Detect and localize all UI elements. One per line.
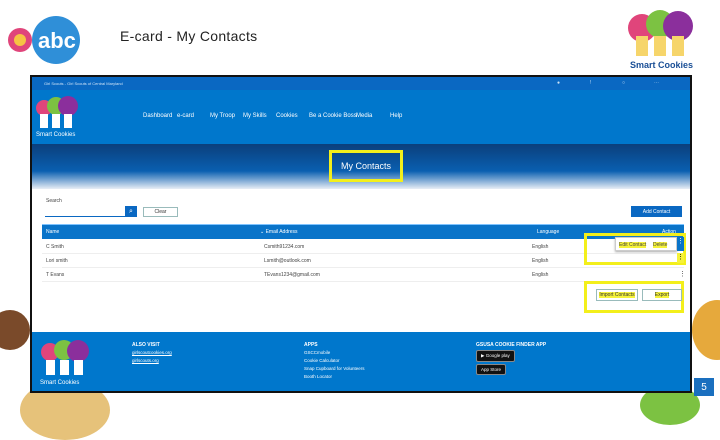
row-action-menu: Edit Contact Delete — [615, 237, 677, 251]
google-play-label: Google play — [485, 353, 510, 358]
contact-language: English — [532, 258, 549, 264]
cookie-decoration — [692, 300, 720, 360]
add-contact-button[interactable]: Add Contact — [631, 206, 682, 217]
svg-text:abc: abc — [38, 28, 76, 53]
nav-my-skills[interactable]: My Skills — [243, 113, 267, 119]
nav-media[interactable]: Media — [356, 113, 372, 119]
row-menu-icon[interactable]: ⋮ — [679, 270, 686, 278]
smart-cookies-logo: Smart Cookies — [628, 10, 693, 70]
contact-name: Lori smith — [46, 258, 68, 264]
svg-text:Smart Cookies: Smart Cookies — [630, 60, 693, 70]
contact-language: English — [532, 272, 549, 278]
edit-contact-button[interactable]: Edit Contact — [619, 242, 647, 248]
nav-cookie-boss[interactable]: Be a Cookie Boss — [309, 113, 357, 119]
footer-link[interactable]: girlscoutcookies.org — [132, 350, 172, 355]
page-number: 5 — [694, 378, 714, 396]
col-email-label: Email Address — [265, 229, 298, 235]
contact-email: Csmith91234.com — [264, 244, 305, 250]
footer-logo: Smart Cookies — [40, 340, 89, 386]
contact-email: TEvans1234@gmail.com — [264, 272, 320, 278]
abc-logo: abc — [8, 16, 80, 64]
site-footer: Smart Cookies ALSO VISIT girlscoutcookie… — [32, 332, 690, 391]
cookie-decoration — [0, 310, 30, 350]
nav-my-troop[interactable]: My Troop — [210, 113, 235, 119]
browser-bar: Girl Scouts - Girl Scouts of Central Mar… — [32, 77, 690, 90]
contact-language: English — [532, 244, 549, 250]
apps-heading: APPS — [304, 342, 318, 348]
nav-help[interactable]: Help — [390, 113, 402, 119]
search-label: Search — [46, 198, 62, 204]
import-contacts-label: Import Contacts — [599, 292, 635, 298]
search-input[interactable] — [45, 206, 125, 217]
app-screenshot: Girl Scouts - Girl Scouts of Central Mar… — [30, 75, 692, 393]
nav-ecard[interactable]: e-card — [177, 113, 194, 119]
browser-tab-title: Girl Scouts - Girl Scouts of Central Mar… — [44, 81, 123, 86]
svg-text:Smart Cookies: Smart Cookies — [40, 380, 79, 386]
settings-icon[interactable]: ○ — [622, 80, 625, 86]
also-visit-heading: ALSO VISIT — [132, 342, 160, 348]
contacts-panel: Search ⌕ Clear Add Contact Name ⌄ Email … — [32, 189, 690, 332]
col-language[interactable]: Language — [537, 229, 559, 235]
svg-text:Smart Cookies: Smart Cookies — [36, 132, 75, 138]
info-icon[interactable]: ! — [590, 80, 591, 86]
table-row: T Evans TEvans1234@gmail.com English ⋮ — [42, 268, 686, 282]
col-name[interactable]: Name — [46, 229, 59, 235]
nav-dashboard[interactable]: Dashboard — [143, 113, 172, 119]
refresh-icon[interactable]: ● — [557, 80, 560, 86]
app-store-label: App Store — [481, 367, 502, 372]
row-menu-icon[interactable]: ⋮ — [677, 253, 684, 263]
more-icon[interactable]: ⋯ — [654, 80, 659, 86]
search-icon: ⌕ — [129, 208, 133, 215]
google-play-badge[interactable]: ▶ Google play — [476, 350, 515, 362]
contact-name: T Evans — [46, 272, 65, 278]
delete-button[interactable]: Delete — [653, 242, 668, 248]
slide-title: E-card - My Contacts — [120, 28, 258, 44]
clear-button[interactable]: Clear — [143, 207, 178, 217]
finder-heading: GSUSA COOKIE FINDER APP — [476, 342, 547, 348]
contact-email: Lsmith@outlook.com — [264, 258, 311, 264]
app-link[interactable]: GSCCmobile — [304, 350, 330, 355]
export-label: Export — [654, 292, 670, 298]
footer-link[interactable]: girlscouts.org — [132, 358, 159, 363]
app-link[interactable]: Cookie Calculator — [304, 358, 340, 363]
app-link[interactable]: Snap Cupboard for Volunteers — [304, 366, 365, 371]
search-button[interactable]: ⌕ — [125, 206, 137, 217]
col-email[interactable]: ⌄ Email Address — [260, 229, 298, 235]
site-header: Smart Cookies Dashboard e-card My Troop … — [32, 90, 690, 144]
smart-cookies-site-logo[interactable]: Smart Cookies — [34, 96, 90, 140]
import-contacts-button[interactable]: Import Contacts — [596, 289, 638, 301]
app-store-badge[interactable]: App Store — [476, 364, 507, 375]
page-title: My Contacts — [329, 150, 403, 182]
app-link[interactable]: Booth Locator — [304, 374, 332, 379]
contact-name: C Smith — [46, 244, 64, 250]
export-button[interactable]: Export — [642, 289, 682, 301]
row-menu-icon[interactable]: ⋮ — [677, 237, 684, 251]
nav-cookies[interactable]: Cookies — [276, 113, 298, 119]
